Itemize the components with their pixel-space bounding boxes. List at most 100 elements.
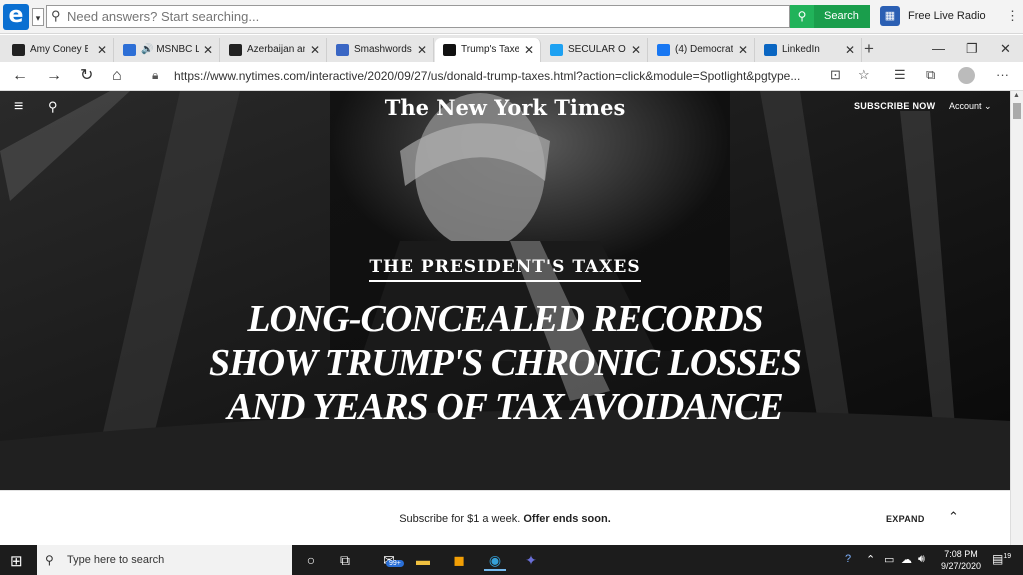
msnbc-icon	[123, 44, 136, 56]
tab-label: Amy Coney Ba	[30, 44, 88, 55]
close-tab-icon[interactable]: ✕	[524, 38, 534, 62]
task-view-icon[interactable]: ⧉	[334, 549, 356, 571]
toolbar-search-input[interactable]	[67, 7, 767, 26]
notification-count: 19	[1003, 553, 1012, 560]
taskbar-search[interactable]: ⚲ Type here to search	[37, 545, 292, 575]
nbc-icon	[12, 44, 25, 56]
tab-label: 🔊 MSNBC L	[141, 44, 199, 55]
settings-more-icon[interactable]: ···	[996, 67, 1009, 82]
volume-icon[interactable]: 🔊︎	[918, 553, 925, 566]
search-toolbar: e ▾ ⚲ ⚲ Search ▦ Free Live Radio ⋮	[0, 0, 1023, 34]
bbc-icon	[229, 44, 242, 56]
facebook-icon	[657, 44, 670, 56]
tab-label: Smashwords –	[354, 44, 412, 55]
close-tab-icon[interactable]: ✕	[310, 38, 320, 62]
tab-linkedin[interactable]: LinkedIn ✕	[756, 38, 862, 62]
help-icon[interactable]: ?	[845, 553, 851, 565]
notification-center[interactable]: ▤19	[992, 552, 1011, 566]
radio-icon[interactable]: ▦	[880, 6, 900, 26]
hero-photo	[0, 91, 1010, 490]
forward-arrow-icon[interactable]: →	[46, 66, 62, 86]
toolbar-search-box[interactable]: ⚲	[46, 5, 790, 28]
browser-logo-icon[interactable]: e	[3, 4, 29, 30]
tab-msnbc[interactable]: 🔊 MSNBC L ✕	[115, 38, 220, 62]
search-button-label: Search	[824, 10, 859, 22]
tab-azerbaijan[interactable]: Azerbaijan anc ✕	[221, 38, 327, 62]
search-icon: ⚲	[790, 5, 814, 28]
toolbar-search-button[interactable]: ⚲ Search	[790, 5, 870, 28]
windows-taskbar: ⊞ ⚲ Type here to search ○ ⧉ ✉ 99+ ▬ ◼ ◉ …	[0, 545, 1023, 575]
radio-link[interactable]: Free Live Radio	[908, 10, 986, 22]
headline-line: AND YEARS OF TAX AVOIDANCE	[227, 386, 783, 428]
close-tab-icon[interactable]: ✕	[738, 38, 748, 62]
profile-avatar[interactable]	[958, 67, 975, 84]
kicker-text[interactable]: THE PRESIDENT'S TAXES	[369, 257, 641, 282]
close-tab-icon[interactable]: ✕	[97, 38, 107, 62]
tab-trumps-taxes[interactable]: Trump's Taxes ✕	[435, 38, 541, 62]
clock-time: 7:08 PM	[944, 549, 978, 559]
lock-icon[interactable]: 🔒︎	[152, 68, 158, 83]
search-icon: ⚲	[45, 553, 54, 567]
scroll-up-icon[interactable]: ▲	[1013, 92, 1020, 99]
chevron-up-icon[interactable]: ⌃	[948, 509, 959, 525]
search-icon: ⚲	[51, 8, 61, 23]
tab-democratic[interactable]: (4) Democratic ✕	[649, 38, 755, 62]
restore-icon[interactable]: ❐	[966, 38, 978, 60]
tab-strip: Amy Coney Ba ✕ 🔊 MSNBC L ✕ Azerbaijan an…	[0, 35, 1023, 62]
more-options-icon[interactable]: ⋮	[1006, 8, 1019, 24]
url-field[interactable]: https://www.nytimes.com/interactive/2020…	[174, 69, 822, 83]
tab-amy-coney-barrett[interactable]: Amy Coney Ba ✕	[4, 38, 114, 62]
close-tab-icon[interactable]: ✕	[203, 38, 213, 62]
home-icon[interactable]: ⌂	[112, 66, 122, 86]
subscribe-offer-text: Subscribe for $1 a week.	[399, 513, 521, 525]
windows-start-icon[interactable]: ⊞	[10, 552, 23, 570]
edge-browser-icon[interactable]: ◉	[484, 549, 506, 571]
minimize-icon[interactable]: —	[932, 38, 945, 60]
twitter-icon	[550, 44, 563, 56]
tab-label: SECULAR ORD	[568, 44, 626, 55]
tray-chevron-icon[interactable]: ⌃	[866, 553, 875, 566]
tab-label: LinkedIn	[782, 44, 820, 55]
favorite-star-icon[interactable]: ☆	[858, 67, 870, 83]
close-tab-icon[interactable]: ✕	[845, 38, 855, 62]
system-clock[interactable]: 7:08 PM 9/27/2020	[934, 548, 988, 572]
refresh-icon[interactable]: ↻	[80, 66, 93, 86]
teams-icon[interactable]: ✦	[520, 549, 542, 571]
section-kicker: THE PRESIDENT'S TAXES	[0, 257, 1010, 282]
close-tab-icon[interactable]: ✕	[631, 38, 641, 62]
headline: LONG-CONCEALED RECORDS SHOW TRUMP'S CHRO…	[0, 297, 1010, 429]
subscribe-message[interactable]: Subscribe for $1 a week. Offer ends soon…	[0, 513, 1010, 525]
clock-date: 9/27/2020	[940, 561, 982, 571]
new-tab-button[interactable]: +	[864, 38, 874, 60]
linkedin-icon	[764, 44, 777, 56]
scrollbar-thumb[interactable]	[1013, 103, 1021, 119]
favorites-list-icon[interactable]: ☰	[894, 67, 906, 83]
subscribe-now-button[interactable]: SUBSCRIBE NOW	[854, 101, 935, 111]
subscribe-banner: Subscribe for $1 a week. Offer ends soon…	[0, 490, 1010, 545]
close-window-icon[interactable]: ✕	[1000, 38, 1011, 60]
address-bar: ← → ↻ ⌂ 🔒︎ https://www.nytimes.com/inter…	[0, 62, 1023, 91]
tab-secular-order[interactable]: SECULAR ORD ✕	[542, 38, 648, 62]
file-explorer-icon[interactable]: ▬	[412, 549, 434, 571]
network-icon[interactable]: ▭	[884, 553, 894, 566]
cortana-icon[interactable]: ○	[300, 549, 322, 571]
offer-ends-text: Offer ends soon.	[523, 513, 611, 525]
collections-icon[interactable]: ⧉	[926, 67, 935, 83]
tab-label: (4) Democratic	[675, 44, 733, 55]
hero-section: ≡ ⚲ The New York Times SUBSCRIBE NOW Acc…	[0, 91, 1010, 490]
tab-label: Trump's Taxes	[461, 44, 519, 55]
tab-smashwords[interactable]: Smashwords – ✕	[328, 38, 434, 62]
toolbar-dropdown[interactable]: ▾	[32, 8, 44, 26]
smashwords-icon	[336, 44, 349, 56]
mail-badge: 99+	[386, 560, 404, 567]
nyt-icon	[443, 44, 456, 56]
back-arrow-icon[interactable]: ←	[12, 66, 28, 86]
reader-view-icon[interactable]: ⊡	[830, 67, 841, 83]
account-menu[interactable]: Account ⌄	[949, 101, 992, 112]
close-tab-icon[interactable]: ✕	[417, 38, 427, 62]
cloud-icon[interactable]: ☁	[901, 553, 912, 566]
expand-button[interactable]: EXPAND	[886, 514, 925, 524]
page-scrollbar[interactable]: ▲	[1010, 91, 1023, 545]
app-icon[interactable]: ◼	[448, 549, 470, 571]
headline-line: LONG-CONCEALED RECORDS	[247, 298, 763, 340]
